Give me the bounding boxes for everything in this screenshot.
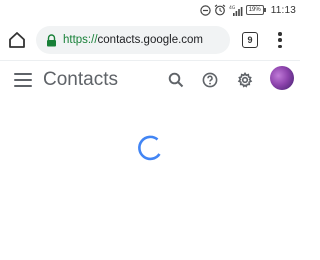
more-vert-icon[interactable]: [272, 30, 288, 50]
account-avatar[interactable]: [270, 66, 294, 90]
lock-icon: [45, 33, 57, 47]
status-bar: 4G 19% 11:13: [0, 0, 300, 20]
battery-icon: 19%: [245, 5, 266, 15]
search-button[interactable]: [166, 70, 186, 90]
help-icon: [202, 72, 218, 88]
url-host: contacts.google.com: [97, 34, 204, 46]
loading-spinner: [135, 133, 165, 163]
app-bar: Contacts: [0, 60, 300, 100]
settings-button[interactable]: [235, 70, 255, 90]
url-scheme: https://: [63, 34, 98, 46]
page-title: Contacts: [43, 69, 118, 90]
home-icon: [9, 32, 25, 48]
network-signal-icon: 4G: [229, 5, 243, 16]
network-type-label: 4G: [229, 5, 236, 11]
tab-switcher-button[interactable]: 9: [242, 32, 258, 48]
hamburger-menu-icon[interactable]: [14, 73, 32, 87]
home-button[interactable]: [6, 29, 28, 51]
tab-count: 9: [247, 35, 253, 45]
help-button[interactable]: [200, 70, 220, 90]
browser-toolbar: https://contacts.google.com 9: [0, 20, 300, 60]
minus-circle-icon: [200, 4, 211, 16]
search-icon: [168, 72, 184, 88]
status-icons: 4G 19% 11:13: [200, 3, 296, 17]
url-text: https://contacts.google.com: [63, 34, 203, 46]
battery-level: 19%: [248, 7, 261, 13]
address-bar[interactable]: https://contacts.google.com: [36, 26, 230, 54]
settings-icon: [237, 72, 253, 88]
alarm-icon: [214, 4, 226, 16]
clock: 11:13: [270, 4, 296, 16]
